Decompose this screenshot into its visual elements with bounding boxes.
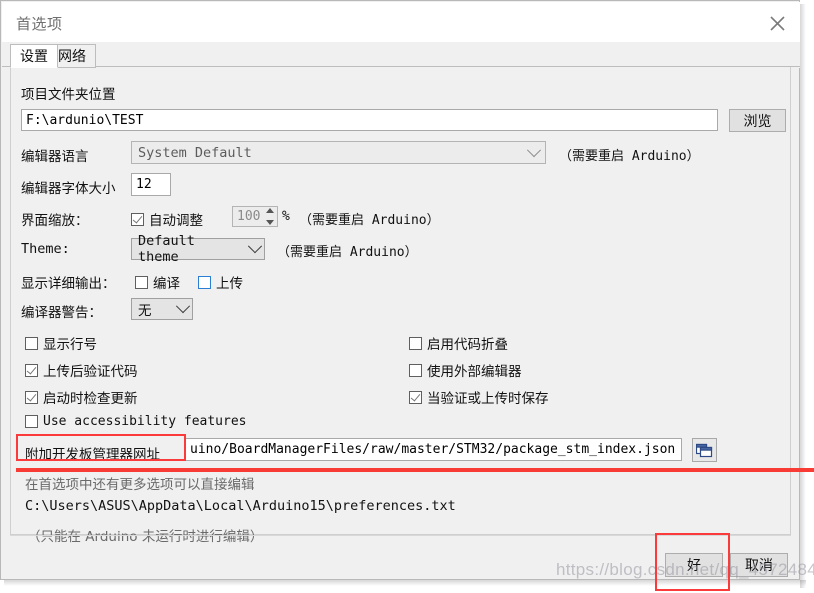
list-item-label: 显示行号 (43, 337, 97, 353)
boards-manager-urls-input[interactable]: uino/BoardManagerFiles/raw/master/STM32/… (185, 438, 682, 461)
theme-value: Default theme (138, 233, 195, 265)
chevron-down-icon (175, 299, 191, 314)
editor-language-select[interactable]: System Default (131, 141, 546, 164)
browse-button-label: 浏览 (743, 113, 772, 130)
list-item-label: 启动时检查更新 (43, 391, 138, 407)
theme-label-row: Theme: (21, 241, 70, 257)
scale-percent-sign: % (282, 209, 290, 224)
prefs-more-options-text: 在首选项中还有更多选项可以直接编辑 (25, 477, 255, 493)
editor-language-value: System Default (138, 144, 252, 161)
chevron-down-icon (248, 239, 263, 254)
compiler-warnings-label: 编译器警告： (21, 305, 102, 321)
theme-label: Theme: (21, 241, 70, 257)
prefs-file-path: C:\Users\ASUS\AppData\Local\Arduino15\pr… (25, 498, 456, 514)
compiler-warnings-select[interactable]: 无 (131, 298, 193, 320)
enable-code-folding-checkbox[interactable] (409, 336, 422, 350)
list-item-label: 启用代码折叠 (427, 337, 508, 353)
theme-note-row: （需要重启 Arduino） (277, 241, 418, 260)
verbose-output-label: 显示详细输出： (21, 276, 116, 292)
scale-percent-stepper[interactable]: 100 (232, 206, 278, 227)
boards-manager-urls-value: uino/BoardManagerFiles/raw/master/STM32/… (190, 442, 676, 457)
settings-panel: 项目文件夹位置 F:\ardunio\TEST 浏览 编辑器语言 System … (10, 67, 791, 545)
checkbox-check-updates-on-startup[interactable]: 启动时检查更新 (25, 387, 138, 407)
language-note-row: （需要重启 Arduino） (559, 145, 700, 164)
verbose-compile-checkbox[interactable] (135, 275, 148, 289)
tab-bar: 设置 网络 (2, 42, 800, 68)
checkbox-enable-code-folding[interactable]: 启用代码折叠 (409, 333, 508, 353)
accessibility-features-checkbox[interactable] (25, 415, 38, 428)
ok-button[interactable]: 好 (665, 553, 723, 577)
checkbox-use-external-editor[interactable]: 使用外部编辑器 (409, 360, 522, 380)
checkbox-save-on-verify-or-upload[interactable]: 当验证或上传时保存 (409, 387, 549, 407)
check-updates-on-startup-checkbox[interactable] (25, 390, 38, 404)
ok-button-label: 好 (687, 558, 701, 574)
boards-manager-urls-label: 附加开发板管理器网址 (25, 447, 160, 463)
browse-button[interactable]: 浏览 (729, 109, 786, 132)
scale-auto-checkbox-row[interactable]: 自动调整 (131, 209, 203, 229)
editor-language-label: 编辑器语言 (21, 149, 89, 165)
cancel-button-label: 取消 (745, 558, 773, 574)
language-label-row: 编辑器语言 (21, 145, 89, 165)
tab-settings[interactable]: 设置 (10, 44, 58, 68)
chevron-down-icon (526, 142, 542, 157)
scale-auto-label: 自动调整 (149, 213, 203, 229)
checkbox-accessibility-features[interactable]: Use accessibility features (25, 414, 247, 429)
editor-language-restart-note: （需要重启 Arduino） (559, 149, 700, 164)
close-icon[interactable] (762, 10, 792, 36)
warnings-label-row: 编译器警告： (21, 301, 102, 321)
sketchbook-location-label: 项目文件夹位置 (21, 87, 116, 103)
prefs-info-line2-row: C:\Users\ASUS\AppData\Local\Arduino15\pr… (25, 498, 456, 514)
checkbox-verify-after-upload[interactable]: 上传后验证代码 (25, 360, 138, 380)
editor-fontsize-input[interactable]: 12 (131, 173, 171, 196)
scale-note-row: （需要重启 Arduino） (299, 209, 440, 228)
cancel-button[interactable]: 取消 (730, 553, 788, 577)
verbose-upload-row[interactable]: 上传 (198, 272, 243, 292)
boards-urls-label-row: 附加开发板管理器网址 (25, 443, 160, 463)
sketchbook-path-value: F:\ardunio\TEST (26, 112, 144, 128)
verbose-upload-checkbox[interactable] (198, 275, 211, 289)
stepper-arrows-icon[interactable] (264, 208, 275, 225)
verify-after-upload-checkbox[interactable] (25, 363, 38, 377)
verbose-compile-row[interactable]: 编译 (135, 272, 180, 292)
sketchbook-path-input[interactable]: F:\ardunio\TEST (21, 109, 718, 131)
list-item-label: 上传后验证代码 (43, 364, 138, 380)
editor-fontsize-value: 12 (136, 177, 152, 192)
editor-fontsize-label: 编辑器字体大小 (21, 181, 116, 197)
footer-divider (10, 535, 791, 536)
theme-select[interactable]: Default theme (131, 233, 265, 265)
scale-label-row: 界面缩放： (21, 209, 89, 229)
scale-percent-sign-row: % (282, 209, 290, 224)
list-item-label: 当验证或上传时保存 (427, 391, 549, 407)
interface-scale-label: 界面缩放： (21, 213, 89, 229)
tab-network-label: 网络 (58, 49, 86, 65)
scale-percent-value: 100 (237, 209, 261, 224)
verbose-label-row: 显示详细输出： (21, 272, 116, 292)
verbose-compile-label: 编译 (153, 276, 180, 292)
fontsize-label-row: 编辑器字体大小 (21, 177, 116, 197)
scale-auto-checkbox[interactable] (131, 212, 144, 226)
window-shadow-right (800, 4, 806, 588)
sketchbook-label-row: 项目文件夹位置 (21, 83, 116, 103)
checkbox-display-line-numbers[interactable]: 显示行号 (25, 333, 97, 353)
prefs-info-line1-row: 在首选项中还有更多选项可以直接编辑 (25, 473, 255, 493)
page-title: 首选项 (16, 15, 63, 33)
use-external-editor-checkbox[interactable] (409, 363, 422, 377)
display-line-numbers-checkbox[interactable] (25, 336, 38, 350)
verbose-upload-label: 上传 (216, 276, 243, 292)
save-on-verify-or-upload-checkbox[interactable] (409, 390, 422, 404)
tab-settings-label: 设置 (20, 49, 48, 65)
title-bar: 首选项 (2, 2, 800, 42)
window-shadow-bottom (4, 580, 806, 586)
list-item-label: Use accessibility features (43, 414, 247, 429)
compiler-warnings-value: 无 (138, 303, 152, 319)
windows-cascade-icon[interactable] (692, 438, 717, 462)
list-item-label: 使用外部编辑器 (427, 364, 522, 380)
theme-restart-note: （需要重启 Arduino） (277, 245, 418, 260)
scale-restart-note: （需要重启 Arduino） (299, 213, 440, 228)
preferences-dialog: 首选项 设置 网络 项目文件夹位置 F:\ardunio\TEST 浏览 编辑器… (0, 0, 800, 580)
